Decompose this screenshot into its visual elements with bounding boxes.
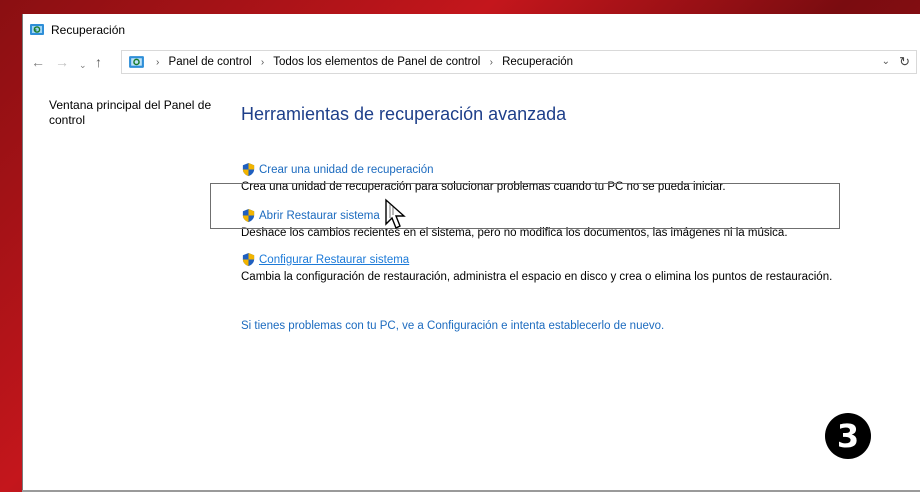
step-number-badge: 3 bbox=[825, 413, 871, 459]
breadcrumb-all-items[interactable]: Todos los elementos de Panel de control bbox=[273, 56, 480, 68]
breadcrumb-separator-icon: › bbox=[156, 57, 160, 68]
mouse-pointer-icon bbox=[385, 198, 406, 229]
address-bar: ← → ⌄ ↑ › Panel de control › Todos los e… bbox=[23, 50, 920, 76]
address-field[interactable]: › Panel de control › Todos los elementos… bbox=[121, 50, 917, 74]
settings-help-link[interactable]: Si tienes problemas con tu PC, ve a Conf… bbox=[241, 320, 664, 332]
uac-shield-icon bbox=[242, 162, 255, 177]
page-title: Herramientas de recuperación avanzada bbox=[241, 104, 567, 124]
task-configure-system-restore: Configurar Restaurar sistema Cambia la c… bbox=[241, 252, 881, 285]
breadcrumb: › Panel de control › Todos los elementos… bbox=[150, 56, 573, 68]
breadcrumb-recovery[interactable]: Recuperación bbox=[502, 56, 573, 68]
recent-locations-chevron-icon[interactable]: ⌄ bbox=[79, 57, 87, 73]
breadcrumb-control-panel[interactable]: Panel de control bbox=[169, 56, 252, 68]
sidebar-home-link[interactable]: Ventana principal del Panel de control bbox=[49, 98, 219, 128]
forward-icon[interactable]: → bbox=[55, 54, 69, 70]
back-icon[interactable]: ← bbox=[31, 54, 45, 70]
breadcrumb-separator-icon[interactable]: › bbox=[490, 57, 493, 68]
breadcrumb-separator-icon[interactable]: › bbox=[261, 57, 264, 68]
recovery-icon bbox=[30, 24, 44, 35]
uac-shield-icon bbox=[242, 252, 255, 267]
focus-highlight-box bbox=[210, 183, 840, 229]
window-title: Recuperación bbox=[51, 23, 126, 37]
configure-system-restore-link[interactable]: Configurar Restaurar sistema bbox=[241, 252, 881, 267]
configure-system-restore-label[interactable]: Configurar Restaurar sistema bbox=[259, 254, 409, 266]
create-recovery-drive-label[interactable]: Crear una unidad de recuperación bbox=[259, 164, 434, 176]
refresh-icon[interactable]: ↻ bbox=[899, 54, 910, 70]
control-panel-window: Recuperación ← → ⌄ ↑ › Panel de control … bbox=[22, 14, 920, 492]
create-recovery-drive-link[interactable]: Crear una unidad de recuperación bbox=[241, 162, 881, 177]
configure-system-restore-description: Cambia la configuración de restauración,… bbox=[241, 271, 833, 283]
title-bar: Recuperación bbox=[23, 14, 920, 44]
address-history-chevron-icon[interactable]: ⌄ bbox=[882, 56, 890, 67]
up-icon[interactable]: ↑ bbox=[95, 54, 102, 70]
control-panel-icon bbox=[129, 56, 144, 68]
